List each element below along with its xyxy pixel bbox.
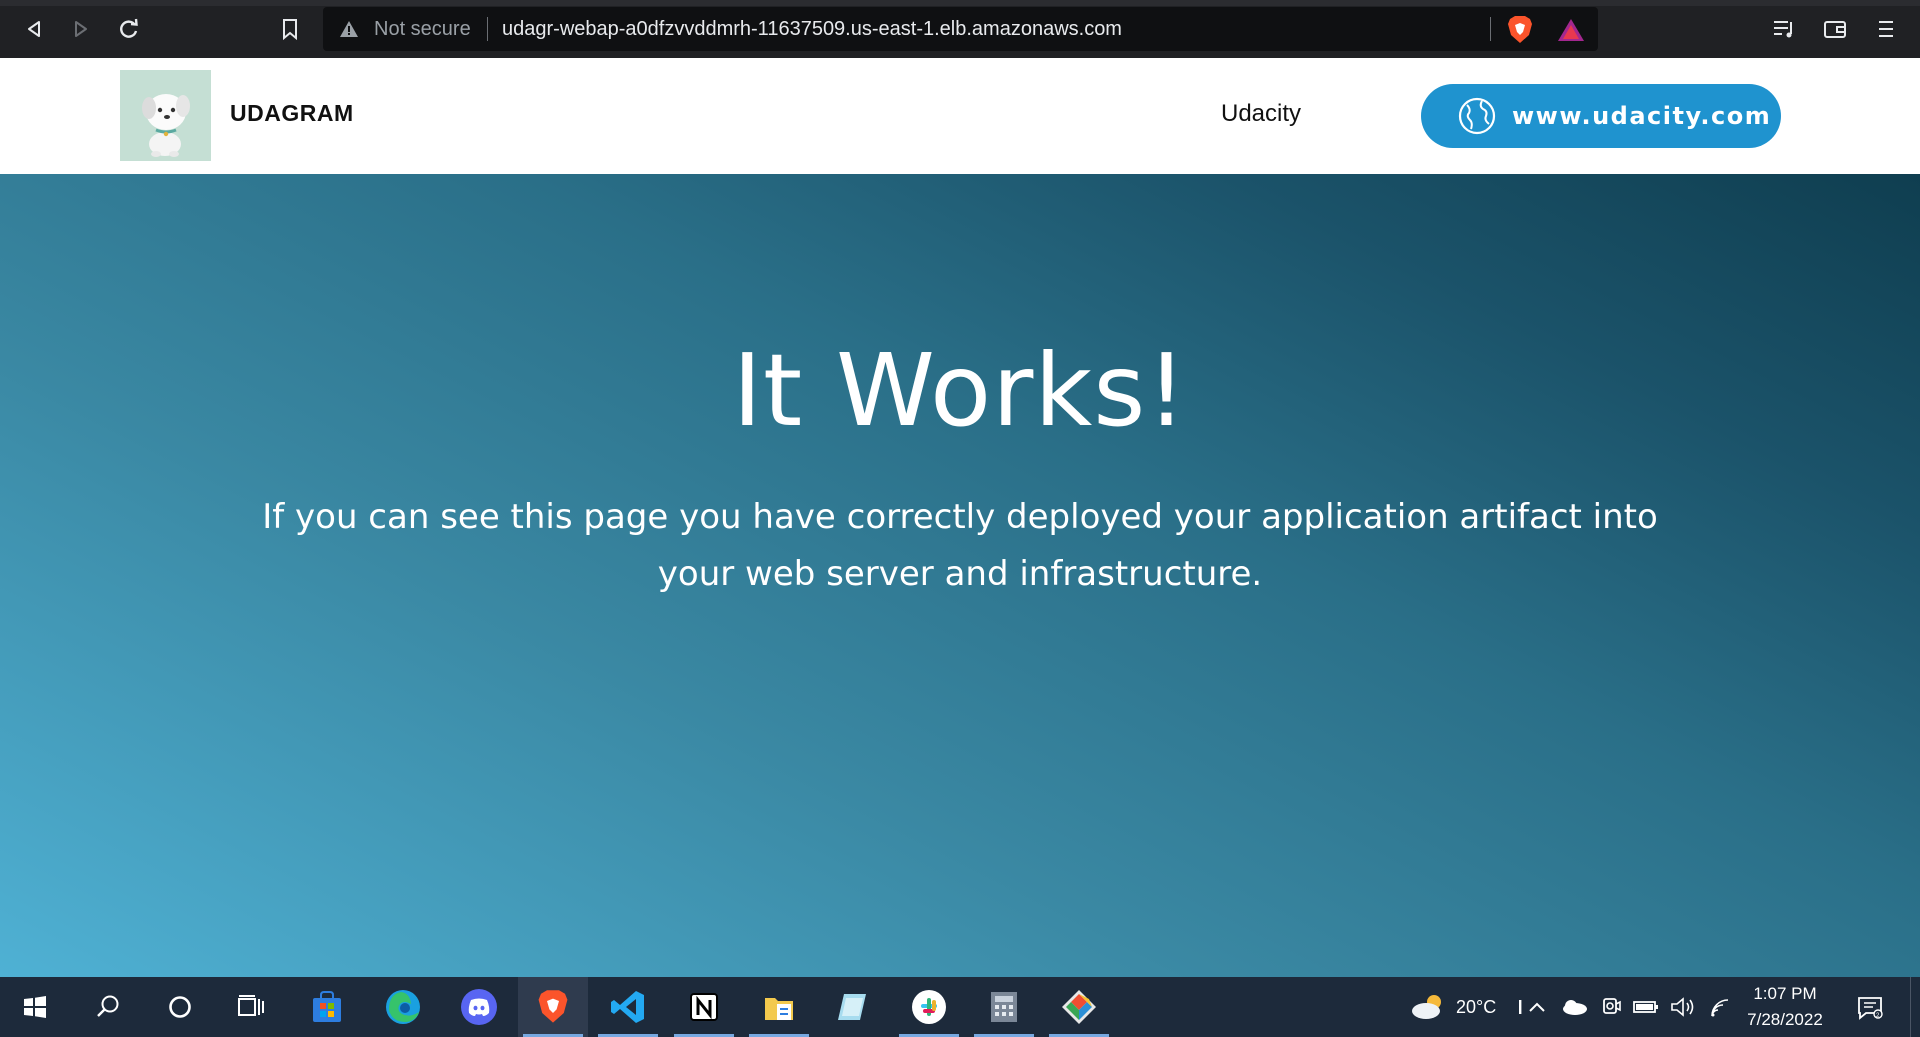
microsoft-store-app[interactable] [292,977,362,1037]
hero-section: It Works! If you can see this page you h… [0,174,1920,977]
clock-date: 7/28/2022 [1747,1010,1823,1029]
hero-title: It Works! [732,332,1188,449]
clock-time: 1:07 PM [1753,984,1817,1003]
udacity-link-button[interactable]: www.udacity.com [1421,84,1781,148]
windows-taskbar: 20°C 1:07 PM 7/28/2022 2 [0,977,1920,1037]
git-icon [1062,990,1096,1024]
show-hidden-icons-button[interactable] [1523,993,1551,1021]
brave-shield-icon[interactable] [1506,15,1534,45]
meet-now-icon [1603,998,1621,1014]
calculator-icon [991,992,1017,1022]
start-button[interactable] [0,977,70,1037]
udacity-link-label: www.udacity.com [1512,102,1772,130]
onedrive-tray[interactable] [1560,993,1588,1021]
weather-widget[interactable] [1410,993,1446,1021]
url-divider [487,17,488,41]
notes-icon [838,994,866,1020]
playlist-icon [1774,21,1792,38]
playlist-button[interactable] [1769,14,1799,44]
cortana-button[interactable] [145,977,215,1037]
brave-rewards-icon[interactable] [1556,17,1586,43]
notes-app[interactable] [818,977,888,1037]
battery-tray[interactable] [1632,993,1660,1021]
vscode-icon [611,991,644,1023]
bookmark-button[interactable] [275,14,305,44]
nav-link-udacity[interactable]: Udacity [1221,100,1301,128]
discord-app[interactable] [444,977,514,1037]
hero-description: If you can see this page you have correc… [262,497,1658,594]
dog-logo-icon [142,94,190,157]
discord-icon [461,989,497,1025]
show-desktop-button[interactable] [1910,977,1920,1037]
bookmark-icon [283,19,297,40]
back-button[interactable] [19,14,49,44]
brave-icon [538,990,568,1023]
address-bar[interactable]: Not secure udagr-webap-a0dfzvvddmrh-1163… [323,7,1598,51]
search-icon [97,995,119,1017]
brave-app[interactable] [518,977,588,1037]
notion-icon [690,993,718,1021]
chevron-up-icon [1529,1002,1545,1012]
weather-temperature[interactable]: 20°C [1456,997,1496,1018]
task-view-icon [238,995,264,1016]
url-text[interactable]: udagr-webap-a0dfzvvddmrh-11637509.us-eas… [502,18,1122,41]
url-divider-right [1490,17,1491,41]
edge-icon [386,990,420,1024]
calculator-app[interactable] [969,977,1039,1037]
git-app[interactable] [1044,977,1114,1037]
meet-now-tray[interactable] [1597,993,1625,1021]
browser-toolbar: Not secure udagr-webap-a0dfzvvddmrh-1163… [0,0,1920,58]
onedrive-cloud-icon [1563,1000,1587,1015]
task-view-button[interactable] [216,977,286,1037]
tab-strip [0,0,1920,6]
warning-icon [340,21,358,37]
menu-button[interactable] [1871,14,1901,44]
site-header: UDAGRAM Udacity www.udacity.com [0,58,1920,174]
file-explorer-icon [765,998,793,1020]
file-explorer-app[interactable] [744,977,814,1037]
menu-icon [1879,21,1893,37]
cortana-icon [169,996,191,1018]
logo[interactable] [120,70,211,161]
notification-icon: 2 [1858,997,1883,1020]
notifications-button[interactable]: 2 [1852,993,1888,1023]
windows-icon [24,996,46,1018]
volume-tray[interactable] [1669,993,1697,1021]
microsoft-store-icon [313,991,341,1022]
search-button[interactable] [73,977,143,1037]
speaker-icon [1671,997,1694,1017]
globe-icon [1458,97,1496,135]
battery-icon [1633,1001,1658,1013]
brand-name[interactable]: UDAGRAM [230,100,354,127]
back-icon [28,21,40,37]
reload-button[interactable] [114,14,144,44]
vscode-app[interactable] [593,977,663,1037]
reload-icon [120,18,138,38]
slack-app[interactable] [894,977,964,1037]
weather-cloud-icon [1412,995,1441,1019]
wallet-icon [1824,21,1846,38]
slack-icon [912,990,946,1024]
edge-app[interactable] [368,977,438,1037]
forward-button[interactable] [66,14,96,44]
forward-icon [75,21,87,37]
taskbar-clock[interactable]: 1:07 PM 7/28/2022 [1730,981,1840,1033]
wallet-button[interactable] [1820,14,1850,44]
notion-app[interactable] [669,977,739,1037]
security-label[interactable]: Not secure [374,18,471,41]
wifi-icon [1711,999,1729,1017]
